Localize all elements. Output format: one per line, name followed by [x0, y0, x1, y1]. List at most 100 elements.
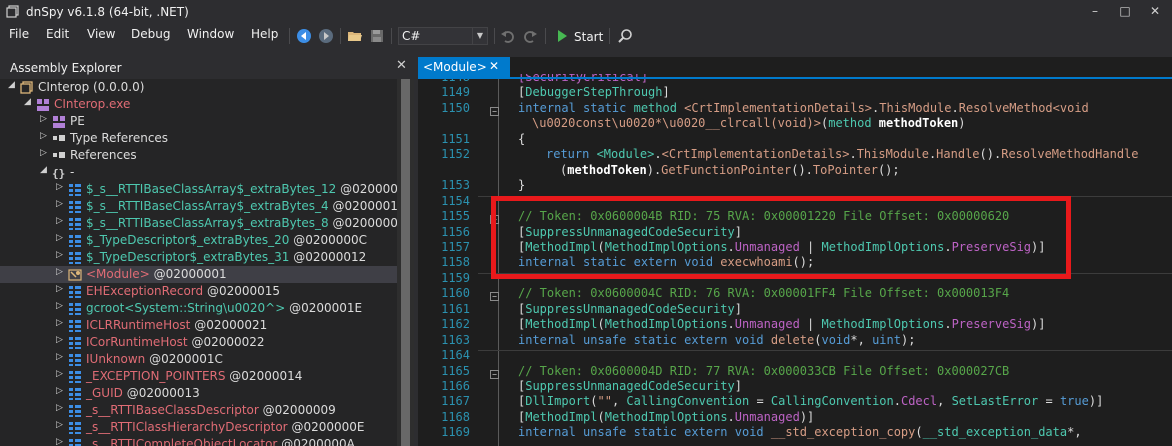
tree-item[interactable]: ▷ _s__RTTIBaseClassDescriptor @02000009 [0, 402, 397, 419]
tree-item[interactable]: ▷ $_s__RTTIBaseClassArray$_extraBytes_8 @… [0, 215, 397, 232]
tree-item-label: $_s__RTTIBaseClassArray$_extraBytes_12 @… [86, 182, 397, 196]
close-icon[interactable]: ✕ [396, 58, 407, 73]
tree-item[interactable]: ▷ ICorRuntimeHost @02000022 [0, 334, 397, 351]
collapsed-arrow-icon[interactable]: ▷ [56, 199, 66, 209]
menu-file[interactable]: File [9, 27, 29, 41]
collapsed-arrow-icon[interactable]: ▷ [56, 318, 66, 328]
tree-item[interactable]: ▷ References [0, 147, 397, 164]
tree-item[interactable]: ▷ Type References [0, 130, 397, 147]
undo-icon[interactable] [500, 28, 516, 44]
fold-toggle-icon[interactable]: − [490, 369, 499, 379]
start-icon[interactable] [554, 28, 570, 44]
navigate-back-icon[interactable] [296, 28, 312, 44]
tree-item[interactable]: ▷ _s__RTTIClassHierarchyDescriptor @02000… [0, 419, 397, 436]
tree-item-name: IUnknown [86, 352, 146, 366]
tree-item[interactable]: ◢ CInterop (0.0.0.0) [0, 79, 397, 96]
menu-edit[interactable]: Edit [46, 27, 69, 41]
start-button[interactable]: Start [574, 30, 603, 44]
expanded-arrow-icon[interactable]: ◢ [40, 165, 50, 175]
collapsed-arrow-icon[interactable]: ▷ [56, 216, 66, 226]
collapsed-arrow-icon[interactable]: ▷ [56, 403, 66, 413]
code-token: <CrtImplementationDetails> [684, 100, 873, 115]
collapsed-arrow-icon[interactable]: ▷ [56, 420, 66, 430]
tree-item[interactable]: ▷ $_TypeDescriptor$_extraBytes_31 @020000… [0, 249, 397, 266]
tab-module[interactable]: <Module> ✕ [418, 57, 510, 77]
tree-item-name: _s__RTTICompleteObjectLocator [86, 437, 278, 446]
tree-item-name: CInterop.exe [54, 97, 131, 111]
code-token: (). [979, 147, 1002, 162]
code-text: // Token: 0x0600004D RID: 77 RVA: 0x0000… [518, 364, 1009, 378]
tree-item-label: $_s__RTTIBaseClassArray$_extraBytes_4 @0… [86, 199, 397, 213]
search-icon[interactable] [617, 28, 633, 44]
struct-icon [69, 371, 81, 383]
tree-item[interactable]: ▷ $_TypeDescriptor$_extraBytes_20 @020000… [0, 232, 397, 249]
namespace-icon: {} [52, 167, 65, 179]
menu-view[interactable]: View [87, 27, 115, 41]
line-number: 1163 [441, 332, 470, 347]
scrollbar-thumb[interactable] [401, 79, 410, 446]
code-token: ( [597, 317, 605, 332]
collapsed-arrow-icon[interactable]: ▷ [40, 131, 50, 141]
tree-item[interactable]: ▷ IUnknown @0200001C [0, 351, 397, 368]
tree-item[interactable]: ▷ _EXCEPTION_POINTERS @02000014 [0, 368, 397, 385]
tree-item[interactable]: ◢{} - [0, 164, 397, 181]
menu-window[interactable]: Window [187, 27, 234, 41]
tree-item[interactable]: ▷ _GUID @02000013 [0, 385, 397, 402]
collapsed-arrow-icon[interactable]: ▷ [40, 148, 50, 158]
collapsed-arrow-icon[interactable]: ▷ [56, 250, 66, 260]
code-token: methodToken [567, 162, 647, 177]
maximize-button[interactable]: □ [1110, 0, 1140, 24]
tree-item[interactable]: ▷ PE [0, 113, 397, 130]
collapsed-arrow-icon[interactable]: ▷ [56, 233, 66, 243]
tree-item[interactable]: ◢ CInterop.exe [0, 96, 397, 113]
code-token: , [611, 394, 627, 409]
tree-scrollbar[interactable] [397, 79, 414, 446]
expanded-arrow-icon[interactable]: ◢ [24, 97, 34, 107]
collapsed-arrow-icon[interactable]: ▷ [56, 267, 66, 277]
open-folder-icon[interactable] [347, 28, 363, 44]
collapsed-arrow-icon[interactable]: ▷ [40, 114, 50, 124]
tree-item[interactable]: ▷ $_s__RTTIBaseClassArray$_extraBytes_4 @… [0, 198, 397, 215]
collapsed-arrow-icon[interactable]: ▷ [56, 335, 66, 345]
redo-icon[interactable] [522, 28, 538, 44]
expanded-arrow-icon[interactable]: ◢ [8, 80, 18, 90]
minimize-button[interactable]: – [1080, 0, 1110, 24]
tree-item[interactable]: ▷ gcroot<System::String\u0020^> @0200001E [0, 300, 397, 317]
navigate-forward-icon[interactable] [318, 28, 334, 44]
chevron-down-icon[interactable]: ▼ [472, 28, 487, 44]
code-text: \u0020const\u0020*\u0020__clrcall(void)>… [532, 116, 966, 130]
collapsed-arrow-icon[interactable]: ▷ [56, 284, 66, 294]
tree-item[interactable]: ▷ _s__RTTICompleteObjectLocator @0200000A [0, 436, 397, 446]
collapsed-arrow-icon[interactable]: ▷ [56, 369, 66, 379]
struct-icon [69, 354, 81, 366]
collapsed-arrow-icon[interactable]: ▷ [56, 301, 66, 311]
app-icon [6, 5, 19, 18]
tree-item[interactable]: ▷ <Module> @02000001 [0, 266, 397, 283]
struct-icon [69, 320, 81, 332]
close-icon[interactable]: ✕ [489, 59, 499, 73]
collapsed-arrow-icon[interactable]: ▷ [56, 182, 66, 192]
code-text: internal static method <CrtImplementatio… [518, 101, 1089, 115]
fold-toggle-icon[interactable]: − [490, 106, 499, 116]
tree-item-name: <Module> [86, 267, 150, 281]
tree-item[interactable]: ▷ ICLRRuntimeHost @02000021 [0, 317, 397, 334]
tree-item-label: _s__RTTIClassHierarchyDescriptor @020000… [86, 420, 364, 434]
tree-item-name: _s__RTTIBaseClassDescriptor [86, 403, 259, 417]
menu-help[interactable]: Help [251, 27, 278, 41]
save-icon[interactable] [369, 28, 385, 44]
collapsed-arrow-icon[interactable]: ▷ [56, 386, 66, 396]
tree-item[interactable]: ▷ $_s__RTTIBaseClassArray$_extraBytes_12 … [0, 181, 397, 198]
collapsed-arrow-icon[interactable]: ▷ [56, 352, 66, 362]
fold-toggle-icon[interactable]: − [490, 292, 499, 302]
menu-debug[interactable]: Debug [131, 27, 170, 41]
language-select[interactable]: C# ▼ [398, 27, 488, 45]
collapsed-arrow-icon[interactable]: ▷ [56, 437, 66, 446]
code-text: } [518, 178, 525, 192]
code-text: [SecurityCritical] [518, 74, 648, 84]
code-token: Unmanaged [734, 409, 800, 424]
tree-item-name: CInterop (0.0.0.0) [38, 80, 145, 94]
code-token: "" [597, 394, 612, 409]
close-button[interactable]: ✕ [1140, 0, 1170, 24]
tree-item[interactable]: ▷ EHExceptionRecord @02000015 [0, 283, 397, 300]
code-token: void [821, 332, 851, 347]
